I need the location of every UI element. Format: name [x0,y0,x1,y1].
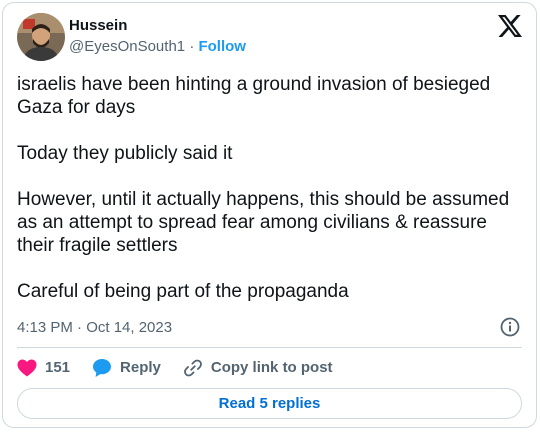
x-logo-icon[interactable] [498,15,522,37]
embedded-tweet-card: Hussein @EyesOnSouth1 · Follow israelis … [2,2,537,428]
heart-icon [17,359,37,377]
meta-separator: · [189,38,195,55]
divider [17,347,522,348]
copy-link-label: Copy link to post [210,359,333,376]
like-count: 151 [45,359,71,376]
reply-label: Reply [120,359,161,376]
tweet-paragraph: However, until it actually happens, this… [17,189,510,256]
speech-bubble-icon [93,359,112,377]
tweet-paragraph: Today they publicly said it [17,143,233,164]
tweet-paragraph: israelis have been hinting a ground inva… [17,74,491,118]
follow-button[interactable]: Follow [198,38,246,55]
copy-link-button[interactable]: Copy link to post [183,358,333,378]
like-button[interactable]: 151 [17,358,70,378]
reply-button[interactable]: Reply [92,358,161,378]
tweet-actions: 151 Reply Copy link to post [17,356,355,380]
avatar[interactable] [17,13,65,61]
read-replies-button[interactable]: Read 5 replies [17,388,522,419]
link-icon [183,359,202,377]
author-meta: @EyesOnSouth1 · Follow [69,37,246,57]
author-name[interactable]: Hussein [69,16,127,36]
tweet-text: israelis have been hinting a ground inva… [17,73,522,303]
author-handle[interactable]: @EyesOnSouth1 [69,38,185,55]
info-icon[interactable] [500,317,520,337]
tweet-paragraph: Careful of being part of the propaganda [17,281,349,302]
tweet-timestamp[interactable]: 4:13 PM · Oct 14, 2023 [17,318,172,338]
